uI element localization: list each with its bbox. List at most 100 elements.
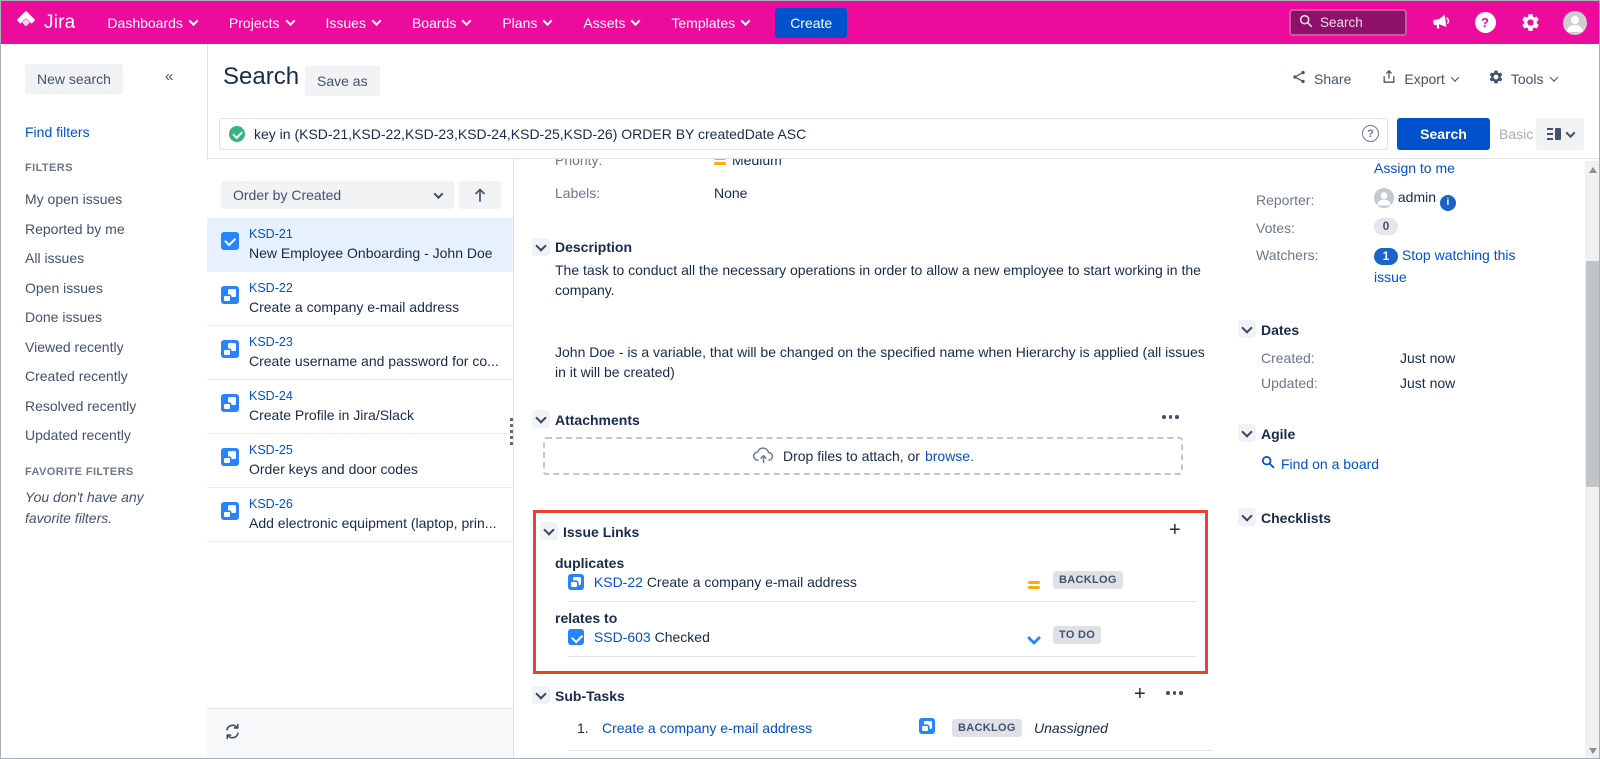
filters-list: My open issues Reported by me All issues… [1, 185, 207, 451]
issue-key[interactable]: KSD-25 [249, 443, 293, 457]
menu-issues[interactable]: Issues [326, 15, 380, 31]
new-search-button[interactable]: New search [25, 64, 123, 94]
order-by-dropdown[interactable]: Order by Created [221, 181, 454, 209]
sidebar-item-resolved-recently[interactable]: Resolved recently [1, 392, 207, 422]
scroll-up-arrow[interactable] [1589, 167, 1597, 173]
issue-key[interactable]: KSD-21 [249, 227, 293, 241]
filters-sidebar: New search « Find filters FILTERS My ope… [1, 44, 207, 759]
reporter-name: admin [1398, 189, 1436, 205]
nav-right-cluster: Search ? [1289, 9, 1587, 36]
subtask-type-icon [221, 502, 239, 520]
attachments-more-icon[interactable] [1160, 411, 1181, 423]
sidebar-item-created-recently[interactable]: Created recently [1, 362, 207, 392]
menu-projects[interactable]: Projects [229, 15, 294, 31]
linked-issue-key[interactable]: SSD-603 [594, 629, 651, 645]
attachments-collapse-icon[interactable] [532, 410, 550, 428]
issue-summary: Create a company e-mail address [249, 299, 507, 315]
subtask-number: 1. [577, 720, 589, 736]
user-avatar[interactable] [1563, 11, 1587, 35]
sidebar-item-updated-recently[interactable]: Updated recently [1, 421, 207, 451]
share-button[interactable]: Share [1291, 69, 1351, 88]
attachment-dropzone[interactable]: Drop files to attach, or browse. [543, 437, 1183, 475]
sidebar-item-open-issues[interactable]: Open issues [1, 274, 207, 304]
info-icon[interactable]: i [1440, 195, 1456, 211]
watchers-count-pill: 1 [1374, 248, 1398, 265]
subtask-type-icon [221, 340, 239, 358]
add-issue-link-icon[interactable]: + [1169, 522, 1181, 538]
sidebar-item-viewed-recently[interactable]: Viewed recently [1, 333, 207, 363]
add-subtask-icon[interactable]: + [1134, 686, 1146, 702]
menu-plans[interactable]: Plans [502, 15, 551, 31]
view-switcher-button[interactable] [1536, 118, 1584, 150]
create-button[interactable]: Create [775, 8, 847, 38]
jql-help-icon[interactable]: ? [1362, 125, 1379, 142]
subtasks-section-title: Sub-Tasks [555, 688, 625, 704]
scrollbar-thumb[interactable] [1586, 261, 1600, 487]
dates-collapse-icon[interactable] [1238, 320, 1256, 338]
scroll-down-arrow[interactable] [1589, 748, 1597, 754]
subtasks-more-icon[interactable] [1164, 687, 1185, 699]
subtasks-collapse-icon[interactable] [532, 686, 550, 704]
top-navigation: Jira Dashboards Projects Issues Boards P… [1, 1, 1600, 44]
jql-query-input[interactable] [219, 118, 1388, 150]
description-collapse-icon[interactable] [532, 238, 550, 256]
sort-direction-button[interactable] [459, 181, 501, 209]
panel-resize-handle[interactable] [510, 418, 513, 445]
description-paragraph-2: John Doe - is a variable, that will be c… [555, 342, 1210, 382]
save-as-button[interactable]: Save as [305, 66, 380, 96]
status-badge: BACKLOG [952, 719, 1022, 737]
search-button[interactable]: Search [1397, 118, 1490, 150]
issue-card-ksd22[interactable]: KSD-22 Create a company e-mail address [207, 272, 513, 326]
issue-key[interactable]: KSD-26 [249, 497, 293, 511]
find-on-board-link[interactable]: Find on a board [1261, 455, 1379, 472]
issue-links-collapse-icon[interactable] [540, 522, 558, 540]
issue-card-ksd23[interactable]: KSD-23 Create username and password for … [207, 326, 513, 380]
issue-card-ksd26[interactable]: KSD-26 Add electronic equipment (laptop,… [207, 488, 513, 542]
jql-bar: ? [219, 118, 1388, 150]
sidebar-item-reported-by-me[interactable]: Reported by me [1, 215, 207, 245]
announcements-icon[interactable] [1428, 11, 1452, 35]
attachments-section-title: Attachments [555, 412, 640, 428]
watchers-field-label: Watchers: [1256, 247, 1319, 263]
agile-section-title: Agile [1261, 426, 1295, 442]
settings-gear-icon[interactable] [1518, 11, 1542, 35]
find-filters-link[interactable]: Find filters [25, 124, 90, 140]
collapse-sidebar-icon[interactable]: « [165, 68, 172, 85]
checklists-collapse-icon[interactable] [1238, 508, 1256, 526]
issue-card-ksd25[interactable]: KSD-25 Order keys and door codes [207, 434, 513, 488]
issue-summary: Add electronic equipment (laptop, prin..… [249, 515, 507, 531]
reporter-field-label: Reporter: [1256, 192, 1314, 208]
help-icon[interactable]: ? [1473, 11, 1497, 35]
linked-issue-key[interactable]: KSD-22 [594, 574, 643, 590]
tools-button[interactable]: Tools [1488, 69, 1557, 88]
issue-key[interactable]: KSD-22 [249, 281, 293, 295]
sidebar-item-all-issues[interactable]: All issues [1, 244, 207, 274]
chevron-down-icon [1451, 73, 1459, 81]
brand-name: Jira [44, 12, 75, 34]
issue-key[interactable]: KSD-24 [249, 389, 293, 403]
sidebar-item-my-open-issues[interactable]: My open issues [1, 185, 207, 215]
chevron-down-icon [1549, 73, 1557, 81]
issue-card-ksd24[interactable]: KSD-24 Create Profile in Jira/Slack [207, 380, 513, 434]
sidebar-item-done-issues[interactable]: Done issues [1, 303, 207, 333]
assign-to-me-link[interactable]: Assign to me [1374, 160, 1455, 176]
checklists-section-title: Checklists [1261, 510, 1331, 526]
global-search-input[interactable]: Search [1289, 9, 1407, 36]
browse-link[interactable]: browse. [925, 448, 974, 464]
issue-key[interactable]: KSD-23 [249, 335, 293, 349]
agile-collapse-icon[interactable] [1238, 424, 1256, 442]
chevron-down-icon [434, 189, 444, 199]
jira-brand[interactable]: Jira [15, 9, 75, 36]
menu-assets[interactable]: Assets [583, 15, 639, 31]
page-scrollbar[interactable] [1585, 161, 1600, 759]
menu-templates[interactable]: Templates [671, 15, 749, 31]
menu-boards[interactable]: Boards [412, 15, 470, 31]
watchers-field-value: 1 Stop watching this issue [1374, 244, 1552, 288]
menu-dashboards[interactable]: Dashboards [107, 15, 197, 31]
refresh-icon[interactable] [224, 723, 241, 745]
dates-section-title: Dates [1261, 322, 1299, 338]
issue-card-ksd21[interactable]: KSD-21 New Employee Onboarding - John Do… [207, 218, 513, 272]
basic-mode-link[interactable]: Basic [1499, 126, 1533, 142]
subtask-summary-link[interactable]: Create a company e-mail address [602, 720, 812, 736]
export-button[interactable]: Export [1381, 69, 1457, 88]
